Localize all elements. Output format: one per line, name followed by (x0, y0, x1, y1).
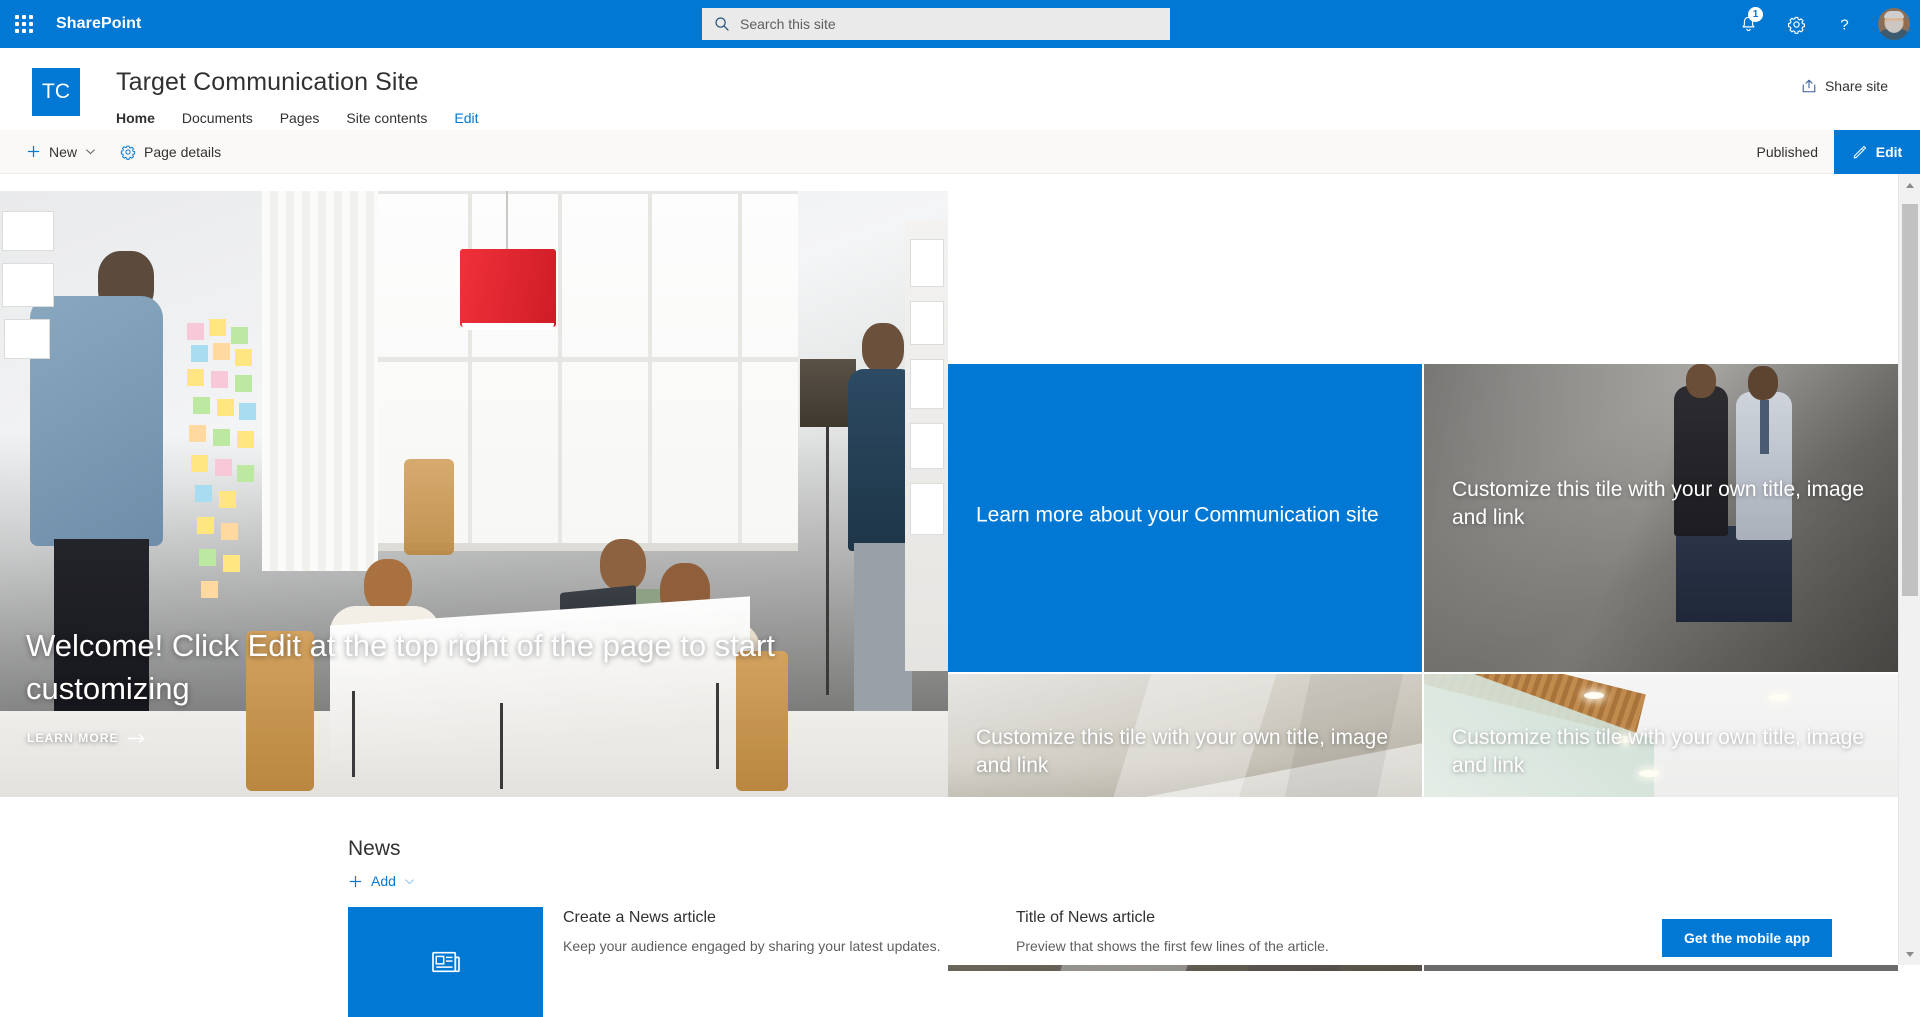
hero-tile-title: Learn more about your Communication site (976, 502, 1392, 530)
news-item-body: Title of News article Preview that shows… (1016, 907, 1329, 1017)
hero-tile-title: Customize this tile with your own title,… (1452, 476, 1868, 533)
page-details-label: Page details (144, 144, 221, 160)
arrow-right-icon (128, 733, 146, 744)
news-add-button[interactable]: Add (348, 873, 415, 889)
scroll-down-button[interactable] (1899, 943, 1920, 965)
plus-icon (26, 144, 41, 159)
edit-page-label: Edit (1876, 144, 1902, 160)
chevron-down-icon (85, 146, 96, 157)
help-button[interactable]: ? (1820, 0, 1868, 48)
news-item-title[interactable]: Create a News article (563, 909, 941, 927)
share-site-label: Share site (1825, 78, 1888, 94)
site-title: Target Communication Site (116, 68, 419, 97)
suite-bar: SharePoint 1 ? (0, 0, 1920, 48)
gear-icon (120, 144, 136, 160)
scroll-up-button[interactable] (1899, 174, 1920, 196)
pencil-icon (1852, 144, 1868, 160)
news-add-label: Add (371, 873, 396, 889)
hero-tile-main[interactable]: Welcome! Click Edit at the top right of … (0, 191, 948, 797)
suite-bar-actions: 1 ? (1724, 0, 1920, 48)
search-input[interactable] (740, 9, 1140, 39)
hero-headline: Welcome! Click Edit at the top right of … (26, 625, 796, 711)
scrollbar-thumb[interactable] (1902, 204, 1918, 596)
account-manager-button[interactable] (1868, 0, 1920, 48)
notification-count-badge: 1 (1748, 7, 1763, 22)
new-button[interactable]: New (14, 130, 108, 174)
notifications-button[interactable]: 1 (1724, 0, 1772, 48)
news-heading: News (348, 837, 401, 861)
news-item-body: Create a News article Keep your audience… (563, 907, 941, 1017)
news-item-description: Preview that shows the first few lines o… (1016, 936, 1329, 956)
news-thumbnail (348, 907, 543, 1017)
app-launcher-button[interactable] (0, 0, 48, 48)
hero-tile-learn-more[interactable]: Learn more about your Communication site (948, 364, 1422, 672)
vertical-scrollbar[interactable] (1898, 174, 1920, 965)
news-web-part: News Add Create a News arti (0, 797, 1898, 965)
page-details-button[interactable]: Page details (108, 130, 233, 174)
triangle-down-icon (1906, 952, 1914, 957)
news-item-create[interactable]: Create a News article Keep your audience… (348, 907, 956, 1017)
news-item-description: Keep your audience engaged by sharing yo… (563, 936, 941, 956)
gear-icon (1787, 15, 1806, 34)
page-status-label: Published (1757, 144, 1819, 160)
hero-learn-more-label: LEARN MORE (27, 731, 119, 745)
command-bar-right: Published Edit (1757, 130, 1920, 174)
hero-tile-title: Customize this tile with your own title,… (1452, 724, 1868, 781)
avatar (1878, 8, 1910, 40)
question-mark-icon: ? (1835, 15, 1854, 34)
hero-tile-title: Customize this tile with your own title,… (976, 724, 1392, 781)
site-logo[interactable]: TC (32, 68, 80, 116)
news-icon (431, 949, 461, 975)
waffle-icon (15, 15, 33, 33)
share-icon (1801, 78, 1817, 94)
new-button-label: New (49, 144, 77, 160)
search-box[interactable] (702, 8, 1170, 40)
share-site-button[interactable]: Share site (1801, 78, 1888, 94)
settings-button[interactable] (1772, 0, 1820, 48)
news-item-title[interactable]: Title of News article (1016, 909, 1329, 927)
triangle-up-icon (1906, 183, 1914, 188)
hero-web-part: Welcome! Click Edit at the top right of … (0, 174, 1898, 797)
search-icon (714, 16, 730, 32)
sharepoint-brand-link[interactable]: SharePoint (56, 15, 141, 33)
hero-tile-customize-1[interactable]: Customize this tile with your own title,… (1424, 364, 1898, 672)
chevron-down-icon (404, 876, 415, 887)
svg-text:?: ? (1840, 16, 1848, 33)
news-item-sample[interactable]: Title of News article Preview that shows… (1016, 907, 1616, 1017)
get-mobile-app-button[interactable]: Get the mobile app (1662, 919, 1832, 957)
plus-icon (348, 874, 363, 889)
site-header: TC Target Communication Site Home Docume… (0, 48, 1920, 130)
hero-learn-more-link[interactable]: LEARN MORE (27, 731, 146, 745)
command-bar: New Page details Published Edit (0, 130, 1920, 174)
news-list: Create a News article Keep your audience… (348, 907, 1616, 1017)
edit-page-button[interactable]: Edit (1834, 130, 1920, 174)
